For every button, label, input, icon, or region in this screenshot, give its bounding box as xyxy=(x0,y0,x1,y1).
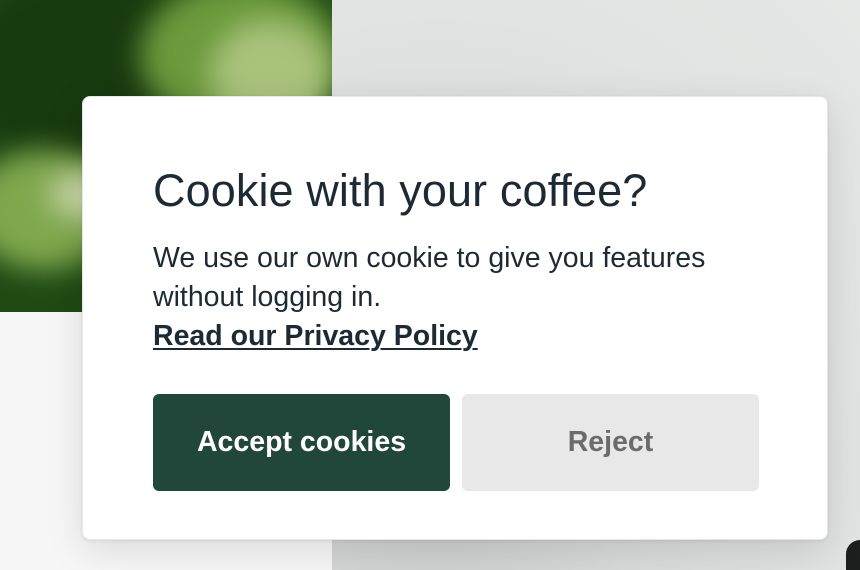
privacy-policy-link[interactable]: Read our Privacy Policy xyxy=(153,317,478,356)
cookie-consent-dialog: Cookie with your coffee? We use our own … xyxy=(82,96,828,540)
dialog-body-text: We use our own cookie to give you featur… xyxy=(153,242,706,313)
reject-button[interactable]: Reject xyxy=(462,394,759,491)
page-background: Cookie with your coffee? We use our own … xyxy=(0,0,860,570)
window-corner xyxy=(846,540,860,570)
dialog-title: Cookie with your coffee? xyxy=(153,165,648,216)
accept-cookies-button[interactable]: Accept cookies xyxy=(153,394,450,491)
